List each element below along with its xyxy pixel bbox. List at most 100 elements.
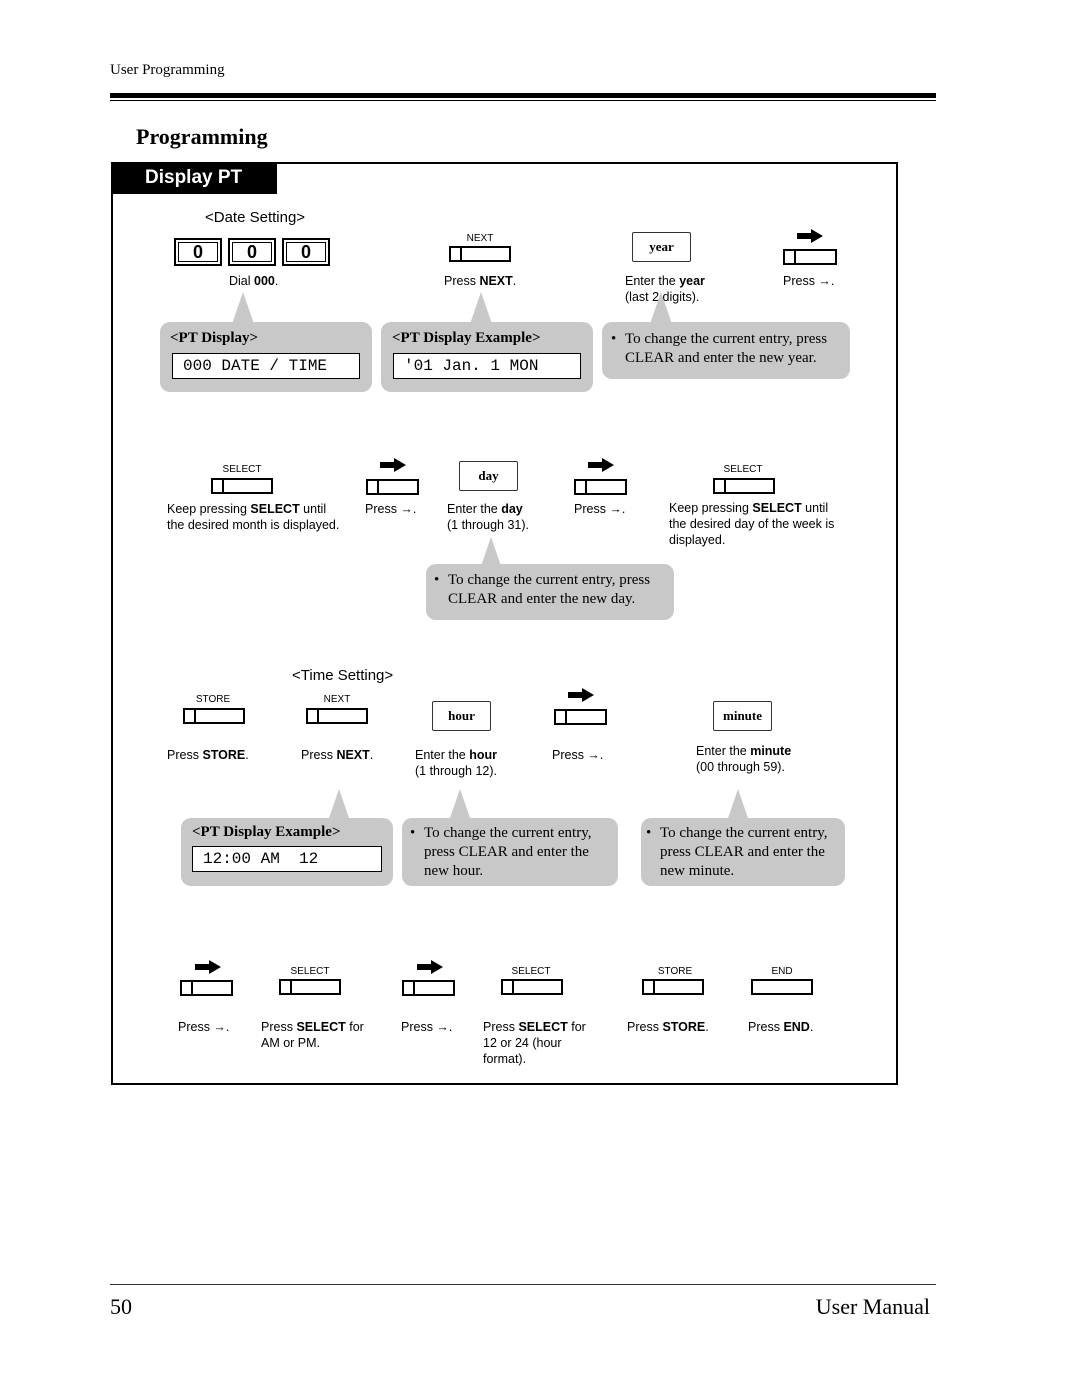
dial-caption: Dial 000.: [229, 273, 278, 289]
caption-text: Press: [167, 748, 203, 762]
bubble-tail: [727, 789, 749, 821]
caption-text: Press: [483, 1020, 519, 1034]
next-button: [449, 246, 511, 262]
year-entry-box: year: [632, 232, 691, 262]
panel-tab: Display PT: [111, 162, 277, 194]
section-title: Programming: [136, 124, 268, 149]
caption-bold: END: [783, 1020, 810, 1034]
store-button-label: STORE: [657, 966, 693, 977]
caption-text: Enter the: [447, 502, 502, 516]
caption-bold: NEXT: [336, 748, 370, 762]
caption-text: Dial: [229, 274, 255, 288]
next-caption: Press NEXT.: [444, 273, 516, 289]
select-button-label: SELECT: [723, 464, 763, 475]
year-note: • To change the current entry, press CLEA…: [611, 330, 843, 368]
select-month-caption: Keep pressing SELECT until the desired mo…: [167, 501, 339, 533]
note-text: To change the current entry, press CLEAR…: [660, 825, 828, 879]
caption-bold: hour: [469, 748, 497, 762]
pt-display-title: <PT Display>: [170, 330, 259, 346]
dial-key-digit: 0: [300, 242, 311, 262]
select-button-label: SELECT: [222, 464, 262, 475]
select-button-label: SELECT: [511, 966, 551, 977]
caption-text: for: [567, 1020, 586, 1034]
bullet: •: [410, 825, 416, 841]
arrow-caption: Press →.: [783, 274, 835, 288]
pt-display-example-title: <PT Display Example>: [192, 824, 341, 840]
header-rule-thick: [110, 93, 936, 98]
day-caption: Enter the day (1 through 31).: [447, 501, 529, 533]
store-button: [642, 979, 704, 995]
note-text: To change the current entry, press CLEAR…: [424, 825, 592, 879]
bullet: •: [611, 331, 617, 347]
caption-bold: SELECT: [250, 502, 300, 516]
caption-text: (1 through 31).: [447, 518, 529, 532]
hour-entry-box: hour: [432, 701, 491, 731]
caption-text: Press: [444, 274, 480, 288]
caption-bold: year: [679, 274, 705, 288]
caption-text: format).: [483, 1052, 527, 1066]
caption-text: Press: [261, 1020, 297, 1034]
caption-text: .: [705, 1020, 709, 1034]
caption-text: Keep pressing: [669, 501, 753, 515]
caption-bold: NEXT: [479, 274, 513, 288]
caption-text: AM or PM.: [261, 1036, 321, 1050]
right-arrow-button: [366, 479, 419, 495]
caption-text: Keep pressing: [167, 502, 251, 516]
caption-bold: minute: [750, 744, 792, 758]
display-pt-panel: [111, 162, 898, 1085]
caption-text: the desired month is displayed.: [167, 518, 340, 532]
end-button-label: END: [771, 966, 793, 977]
store-button-label: STORE: [195, 694, 231, 705]
pt-display-example-title: <PT Display Example>: [392, 330, 541, 346]
caption-bold: STORE: [662, 1020, 706, 1034]
caption-bold: 000: [254, 274, 275, 288]
arrow-caption: Press →.: [365, 502, 417, 516]
select-button: [211, 478, 273, 494]
caption-text: until: [801, 501, 829, 515]
running-head: User Programming: [110, 62, 225, 78]
minute-note: • To change the current entry, press CLEA…: [646, 824, 842, 881]
select-button: [713, 478, 775, 494]
footer-title: User Manual: [815, 1294, 930, 1319]
select-ampm-caption: Press SELECT for AM or PM.: [261, 1019, 364, 1051]
select-format-caption: Press SELECT for 12 or 24 (hour format).: [483, 1019, 586, 1067]
right-arrow-icon: [588, 458, 614, 472]
dial-key-0: 0: [282, 238, 330, 266]
arrow-caption: Press →.: [552, 748, 604, 762]
bubble-tail: [650, 292, 672, 324]
caption-text: .: [274, 274, 279, 288]
pt-display-lcd: 000 DATE / TIME: [172, 353, 360, 379]
caption-bold: STORE: [202, 748, 246, 762]
caption-text: Enter the: [696, 744, 751, 758]
dial-key-0: 0: [174, 238, 222, 266]
next-button: [306, 708, 368, 724]
pt-display-example-lcd: 12:00 AM 12: [192, 846, 382, 872]
caption-text: (1 through 12).: [415, 764, 497, 778]
right-arrow-icon: [417, 960, 443, 974]
caption-bold: SELECT: [296, 1020, 346, 1034]
right-arrow-button: [783, 249, 837, 265]
day-entry-box: day: [459, 461, 518, 491]
caption-text: for: [345, 1020, 364, 1034]
right-arrow-button: [402, 980, 455, 996]
right-arrow-icon: [797, 229, 823, 243]
page-number: 50: [110, 1294, 132, 1319]
hour-note: • To change the current entry, press CLEA…: [410, 824, 614, 881]
bubble-tail: [232, 292, 254, 324]
arrow-caption: Press →.: [178, 1020, 230, 1034]
store-button: [183, 708, 245, 724]
store-caption: Press STORE.: [627, 1019, 709, 1035]
date-setting-heading: <Date Setting>: [205, 209, 306, 226]
right-arrow-icon: [195, 960, 221, 974]
select-weekday-caption: Keep pressing SELECT until the desired da…: [669, 500, 834, 548]
right-arrow-icon: [568, 688, 594, 702]
footer-rule: [110, 1284, 936, 1285]
caption-bold: day: [501, 502, 523, 516]
right-arrow-button: [180, 980, 233, 996]
select-button: [501, 979, 563, 995]
dial-key-digit: 0: [192, 242, 203, 262]
caption-text: .: [245, 748, 249, 762]
minute-entry-box: minute: [713, 701, 772, 731]
right-arrow-button: [574, 479, 627, 495]
caption-text: 12 or 24 (hour: [483, 1036, 562, 1050]
